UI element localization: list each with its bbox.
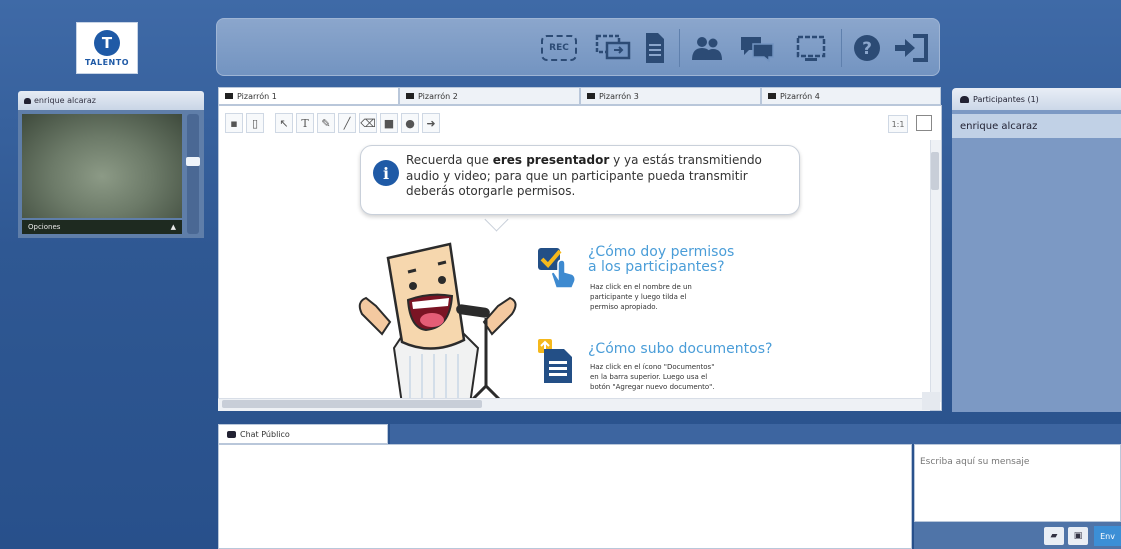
participants-header: Participantes (1) bbox=[952, 88, 1121, 110]
chat-actions-bar bbox=[914, 522, 1121, 549]
svg-text:?: ? bbox=[862, 39, 872, 59]
whiteboard-tabs: Pizarrón 1 Pizarrón 2 Pizarrón 3 Pizarró… bbox=[218, 87, 941, 105]
camera-video bbox=[22, 114, 182, 218]
eraser-icon[interactable]: ⌫ bbox=[359, 113, 377, 133]
presenter-info-text: Recuerda que eres presentador y ya estás… bbox=[406, 153, 762, 198]
chat-icon bbox=[741, 37, 774, 62]
participants-list bbox=[952, 110, 1121, 412]
select-icon[interactable]: ↖ bbox=[275, 113, 293, 133]
record-button[interactable]: REC bbox=[539, 31, 579, 65]
participants-title: Participantes (1) bbox=[973, 94, 1039, 104]
help-question-permissions: ¿Cómo doy permisos a los participantes? bbox=[588, 244, 735, 275]
talento-logo: T TALENTO bbox=[76, 22, 138, 74]
layout-button[interactable] bbox=[791, 31, 831, 65]
record-icon: REC bbox=[541, 35, 577, 61]
help-answer-permissions: Haz click en el nombre de un participante… bbox=[590, 283, 692, 311]
help-question-documents: ¿Cómo subo documentos? bbox=[588, 341, 773, 357]
documents-icon bbox=[646, 33, 664, 63]
logo-text: TALENTO bbox=[84, 57, 130, 67]
options-arrow-icon: ▲ bbox=[170, 223, 176, 231]
chat-tab-label: Chat Público bbox=[240, 429, 290, 439]
horizontal-scroll-thumb[interactable] bbox=[222, 400, 482, 408]
volume-slider[interactable] bbox=[187, 114, 199, 234]
delete-icon[interactable]: ▯ bbox=[246, 113, 264, 133]
help-button[interactable]: ? bbox=[849, 31, 885, 65]
documents-button[interactable] bbox=[640, 31, 670, 65]
chat-tab-strip bbox=[390, 424, 1121, 444]
participant-item[interactable]: enrique alcaraz bbox=[952, 114, 1121, 138]
share-screen-button[interactable] bbox=[593, 31, 633, 65]
participants-icon bbox=[692, 37, 722, 60]
tab-pizarron-3[interactable]: Pizarrón 3 bbox=[580, 87, 761, 105]
fullscreen-icon[interactable] bbox=[916, 115, 932, 131]
camera-options-label: Opciones bbox=[28, 223, 61, 231]
chat-messages-area bbox=[218, 444, 912, 549]
pencil-icon[interactable]: ✎ bbox=[317, 113, 335, 133]
chat-bubbles-icon: ▰ bbox=[1050, 531, 1058, 541]
line-icon[interactable]: ╱ bbox=[338, 113, 356, 133]
logo-mark: T bbox=[94, 29, 120, 56]
arrow-icon[interactable]: ➜ bbox=[422, 113, 440, 133]
chat-save-button[interactable]: ▣ bbox=[1068, 527, 1088, 545]
volume-slider-handle[interactable] bbox=[186, 157, 200, 166]
camera-user-name: enrique alcaraz bbox=[34, 96, 96, 105]
chat-icon bbox=[227, 430, 236, 438]
scrollbar-corner bbox=[922, 392, 940, 410]
camera-options-bar[interactable]: Opciones ▲ bbox=[22, 220, 182, 234]
new-page-icon[interactable]: ▪ bbox=[225, 113, 243, 133]
tab-label: Pizarrón 3 bbox=[599, 91, 639, 101]
upload-document-icon bbox=[538, 339, 572, 383]
monitor-icon bbox=[587, 93, 595, 99]
presenter-mascot-illustration bbox=[358, 242, 517, 404]
monitor-icon bbox=[406, 93, 414, 99]
chat-button[interactable] bbox=[737, 31, 777, 65]
participants-icon bbox=[960, 95, 969, 103]
rectangle-icon[interactable]: ■ bbox=[380, 113, 398, 133]
user-icon bbox=[24, 97, 31, 104]
save-icon: ▣ bbox=[1073, 531, 1083, 541]
circle-icon[interactable]: ● bbox=[401, 113, 419, 133]
whiteboard-toolbar: ▪ ▯ ↖ T ✎ ╱ ⌫ ■ ● ➜ bbox=[225, 113, 440, 135]
layout-icon bbox=[796, 35, 826, 61]
tab-pizarron-4[interactable]: Pizarrón 4 bbox=[761, 87, 941, 105]
chat-message-input[interactable]: Escriba aquí su mensaje bbox=[914, 444, 1121, 522]
zoom-reset-button[interactable]: 1:1 bbox=[888, 115, 908, 133]
tab-public-chat[interactable]: Chat Público bbox=[218, 424, 388, 444]
vertical-scroll-thumb[interactable] bbox=[931, 152, 939, 190]
monitor-icon bbox=[225, 93, 233, 99]
exit-icon bbox=[895, 34, 928, 62]
top-toolbar: REC ? bbox=[216, 18, 940, 76]
exit-button[interactable] bbox=[891, 31, 931, 65]
permissions-icon bbox=[538, 248, 576, 289]
text-icon[interactable]: T bbox=[296, 113, 314, 133]
monitor-icon bbox=[768, 93, 776, 99]
tab-pizarron-1[interactable]: Pizarrón 1 bbox=[218, 87, 399, 105]
help-answer-documents: Haz click en el ícono "Documentos" en la … bbox=[590, 363, 715, 391]
tab-label: Pizarrón 1 bbox=[237, 91, 277, 101]
share-screen-icon bbox=[595, 34, 631, 60]
tab-label: Pizarrón 4 bbox=[780, 91, 820, 101]
chat-emoticon-button[interactable]: ▰ bbox=[1044, 527, 1064, 545]
send-button[interactable]: Env bbox=[1094, 526, 1121, 546]
tab-pizarron-2[interactable]: Pizarrón 2 bbox=[399, 87, 580, 105]
help-icon: ? bbox=[854, 35, 880, 61]
tab-label: Pizarrón 2 bbox=[418, 91, 458, 101]
participants-button[interactable] bbox=[687, 31, 727, 65]
info-icon: i bbox=[373, 160, 399, 186]
camera-header: enrique alcaraz bbox=[18, 91, 204, 110]
